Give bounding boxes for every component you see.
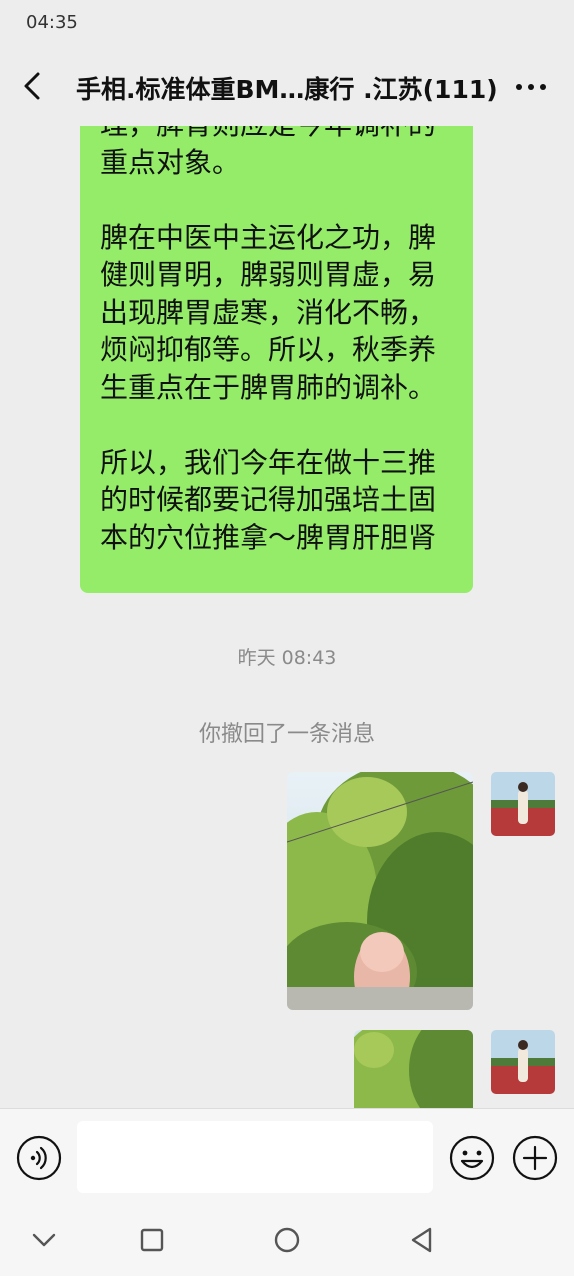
message-input[interactable] (77, 1121, 433, 1193)
nav-recents-button[interactable] (134, 1222, 170, 1258)
avatar-photo (491, 1030, 555, 1094)
back-arrow-icon (24, 72, 40, 100)
image-message[interactable] (354, 1030, 473, 1108)
avatar-photo (491, 772, 555, 836)
system-nav-bar (0, 1204, 574, 1276)
trees-photo (287, 772, 473, 1010)
nav-home-icon (274, 1227, 300, 1253)
nav-back-button[interactable] (404, 1222, 440, 1258)
image-message[interactable] (287, 772, 473, 1010)
plus-button[interactable] (512, 1135, 558, 1181)
more-button[interactable] (514, 70, 548, 104)
nav-back-icon (411, 1227, 432, 1253)
nav-down-icon (32, 1233, 56, 1247)
nav-down-button[interactable] (26, 1222, 62, 1258)
chat-area[interactable]: 理，脾胃则应是今年调补的 重点对象。 脾在中医中主运化之功，脾 健则胃明，脾弱则… (0, 126, 574, 1108)
trees-photo (354, 1030, 473, 1108)
voice-button[interactable] (16, 1135, 62, 1181)
more-dots-icon (516, 84, 546, 90)
nav-home-button[interactable] (269, 1222, 305, 1258)
voice-icon (16, 1135, 62, 1181)
message-text: 理，脾胃则应是今年调补的 重点对象。 脾在中医中主运化之功，脾 健则胃明，脾弱则… (100, 126, 437, 554)
input-bar (0, 1108, 574, 1205)
nav-recents-icon (140, 1228, 164, 1252)
plus-icon (512, 1135, 558, 1181)
status-bar: 04:35 (0, 0, 574, 48)
emoji-button[interactable] (449, 1135, 495, 1181)
chat-header: 手相.标准体重BM…康行 .江苏(111) (0, 48, 574, 126)
avatar[interactable] (491, 1030, 555, 1094)
back-button[interactable] (14, 68, 50, 104)
recalled-notice: 你撤回了一条消息 (198, 722, 375, 747)
status-time: 04:35 (26, 12, 78, 33)
message-timestamp: 昨天 08:43 (237, 647, 337, 669)
text-message-bubble[interactable]: 理，脾胃则应是今年调补的 重点对象。 脾在中医中主运化之功，脾 健则胃明，脾弱则… (80, 126, 473, 593)
chat-title: 手相.标准体重BM…康行 .江苏(111) (76, 75, 498, 104)
avatar[interactable] (491, 772, 555, 836)
emoji-icon (449, 1135, 495, 1181)
